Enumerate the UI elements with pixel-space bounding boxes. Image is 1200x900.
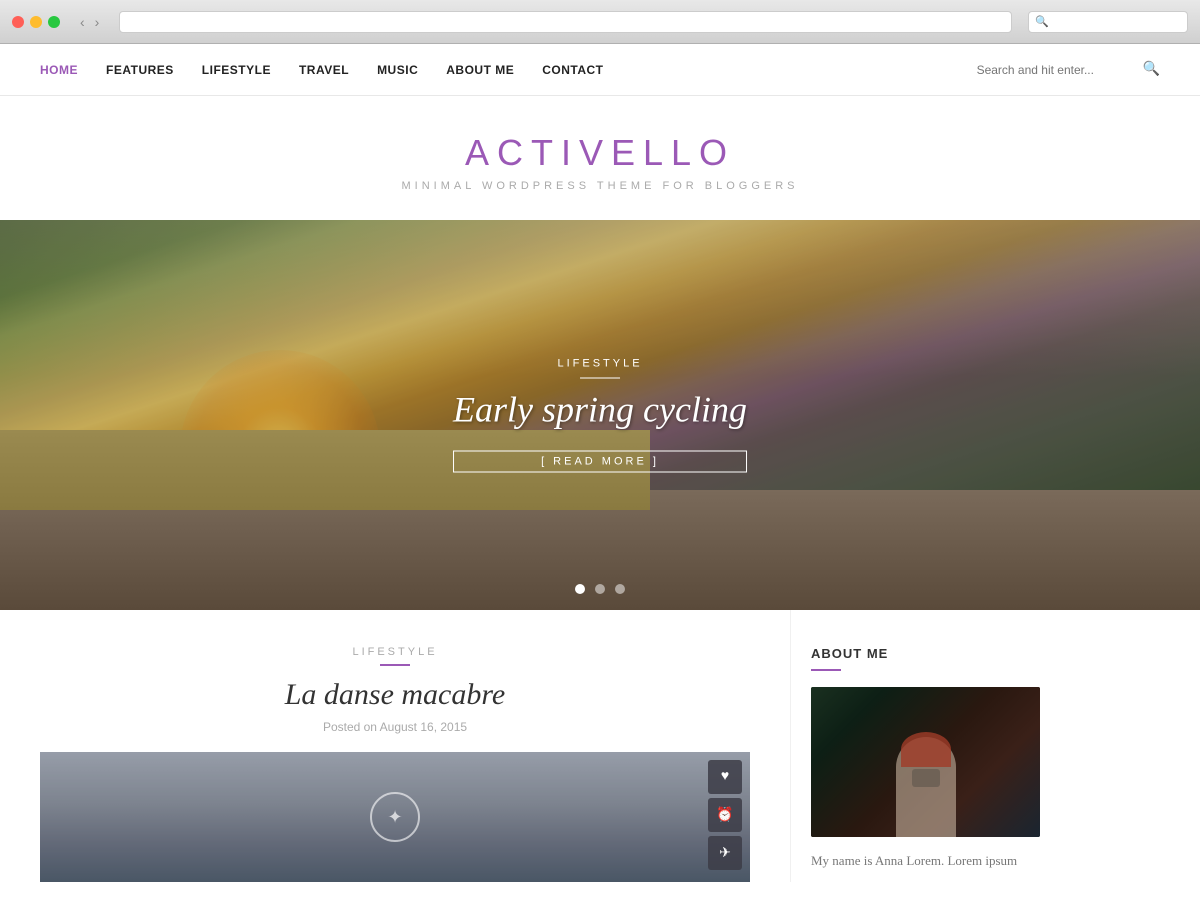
nav-music[interactable]: MUSIC <box>377 63 418 77</box>
slider-dot-3[interactable] <box>615 584 625 594</box>
nav-about[interactable]: ABOUT ME <box>446 63 514 77</box>
forward-button[interactable]: › <box>91 12 104 32</box>
post-category-label: LIFESTYLE <box>40 646 750 658</box>
site-nav: HOME FEATURES LIFESTYLE TRAVEL MUSIC ABO… <box>40 63 604 77</box>
hero-read-more-button[interactable]: [ READ MORE ] <box>453 451 747 473</box>
post-category-line <box>380 664 410 666</box>
hero-title: Early spring cycling <box>453 389 747 431</box>
address-bar[interactable] <box>119 11 1012 33</box>
back-button[interactable]: ‹ <box>76 12 89 32</box>
about-me-title: ABOUT ME <box>811 646 1040 661</box>
thumb-actions: ♥ ⏰ ✈ <box>708 760 742 870</box>
about-photo <box>811 687 1040 837</box>
hero-divider <box>580 378 620 379</box>
slider-dot-2[interactable] <box>595 584 605 594</box>
nav-travel[interactable]: TRAVEL <box>299 63 349 77</box>
nav-features[interactable]: FEATURES <box>106 63 174 77</box>
brand-area: ACTIVELLO MINIMAL WORDPRESS THEME FOR BL… <box>0 96 1200 220</box>
hero-slider: LIFESTYLE Early spring cycling [ READ MO… <box>0 220 1200 610</box>
browser-search-box[interactable]: 🔍 <box>1028 11 1188 33</box>
post-thumbnail: ✦ ♥ ⏰ ✈ <box>40 752 750 882</box>
brand-subtitle: MINIMAL WORDPRESS THEME FOR BLOGGERS <box>0 180 1200 192</box>
about-me-title-line <box>811 669 841 671</box>
site-search: 🔍 <box>977 61 1160 78</box>
traffic-lights <box>12 16 60 28</box>
posts-column: LIFESTYLE La danse macabre Posted on Aug… <box>0 610 790 882</box>
post-title: La danse macabre <box>40 678 750 712</box>
nav-lifestyle[interactable]: LIFESTYLE <box>202 63 271 77</box>
thumb-watermark-icon: ✦ <box>370 792 420 842</box>
brand-title: ACTIVELLO <box>0 132 1200 174</box>
minimize-button[interactable] <box>30 16 42 28</box>
website-content: HOME FEATURES LIFESTYLE TRAVEL MUSIC ABO… <box>0 44 1200 900</box>
bookmark-button[interactable]: ⏰ <box>708 798 742 832</box>
about-text: My name is Anna Lorem. Lorem ipsum <box>811 851 1040 872</box>
sidebar: ABOUT ME My name is Anna Lorem. Lorem ip… <box>790 610 1070 882</box>
maximize-button[interactable] <box>48 16 60 28</box>
search-input[interactable] <box>977 63 1137 77</box>
like-button[interactable]: ♥ <box>708 760 742 794</box>
share-button[interactable]: ✈ <box>708 836 742 870</box>
slider-dot-1[interactable] <box>575 584 585 594</box>
main-content: LIFESTYLE La danse macabre Posted on Aug… <box>0 610 1200 882</box>
slider-dots <box>575 584 625 594</box>
search-icon[interactable]: 🔍 <box>1143 61 1160 78</box>
browser-nav-arrows: ‹ › <box>76 12 103 32</box>
mac-titlebar: ‹ › 🔍 <box>0 0 1200 44</box>
nav-contact[interactable]: CONTACT <box>542 63 603 77</box>
hero-content: LIFESTYLE Early spring cycling [ READ MO… <box>453 358 747 473</box>
hero-category: LIFESTYLE <box>453 358 747 370</box>
post-date: Posted on August 16, 2015 <box>40 720 750 734</box>
nav-home[interactable]: HOME <box>40 63 78 77</box>
close-button[interactable] <box>12 16 24 28</box>
site-header: HOME FEATURES LIFESTYLE TRAVEL MUSIC ABO… <box>0 44 1200 96</box>
